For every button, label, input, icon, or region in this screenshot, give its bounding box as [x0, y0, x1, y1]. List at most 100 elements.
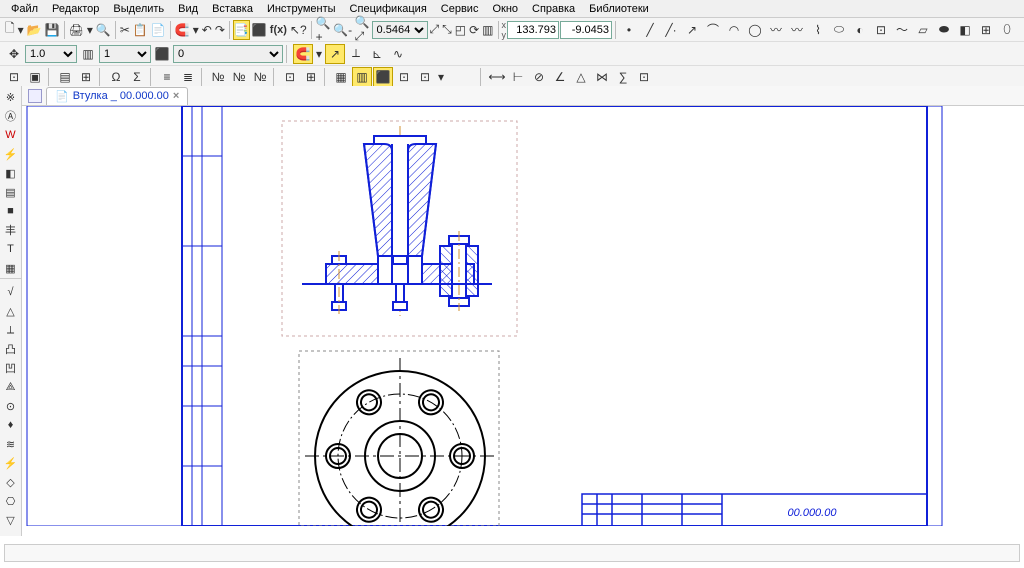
tool-b[interactable]: ▣ — [25, 67, 45, 87]
contour-tool[interactable]: ⬯ — [997, 20, 1017, 40]
sigma-button[interactable]: Σ — [127, 67, 147, 87]
properties-button[interactable]: 🧲 — [174, 20, 191, 40]
menu-service[interactable]: Сервис — [434, 1, 486, 17]
dim-lin-button[interactable]: ⟷ — [487, 67, 507, 87]
refresh-button[interactable]: ⟳ — [468, 20, 480, 40]
nurbs-tool[interactable]: ⌇ — [808, 20, 828, 40]
dim-tbl-button[interactable]: ⊡ — [634, 67, 654, 87]
paste-button[interactable]: 📄 — [150, 20, 167, 40]
lt-18[interactable]: ≋ — [2, 435, 20, 453]
aux-line-tool[interactable]: ╱ — [640, 20, 660, 40]
lt-19[interactable]: ⚡ — [2, 454, 20, 472]
menu-window[interactable]: Окно — [485, 1, 525, 17]
lt-8[interactable]: T — [2, 240, 20, 258]
arc2-tool[interactable]: ◠ — [724, 20, 744, 40]
variables-button[interactable]: ⬛ — [251, 20, 268, 40]
zoom-prev-button[interactable]: ⤡ — [441, 20, 453, 40]
tool-f[interactable]: ≣ — [178, 67, 198, 87]
tool-m-dd[interactable]: ▾ — [436, 67, 446, 87]
dim-dia-button[interactable]: ⊘ — [529, 67, 549, 87]
menu-libs[interactable]: Библиотеки — [582, 1, 656, 17]
layers-button[interactable]: ▥ — [78, 44, 98, 64]
lt-14[interactable]: 凹 — [2, 359, 20, 377]
perp-button[interactable]: ⟂ — [346, 44, 366, 64]
lt-7[interactable]: 丰 — [2, 221, 20, 239]
lt-4[interactable]: ◧ — [2, 164, 20, 182]
zoom-window-button[interactable]: 🔍⤢ — [354, 20, 371, 40]
properties-dropdown[interactable]: ▾ — [192, 20, 200, 40]
cut-button[interactable]: ✂ — [119, 20, 131, 40]
round-button[interactable]: ∿ — [388, 44, 408, 64]
menu-insert[interactable]: Вставка — [205, 1, 260, 17]
ellipse-tool[interactable]: ⬭ — [829, 20, 849, 40]
layer-select[interactable]: 1 — [99, 45, 151, 63]
num1-button[interactable]: № — [208, 67, 228, 87]
save-button[interactable]: 💾 — [44, 20, 61, 40]
preview-button[interactable]: 🔍 — [95, 20, 112, 40]
lt-10[interactable]: √ — [2, 283, 20, 301]
zoom-out-button[interactable]: 🔍- — [333, 20, 353, 40]
tool-i[interactable]: ▦ — [331, 67, 351, 87]
polyline-tool[interactable]: 〜 — [892, 20, 912, 40]
lt-1[interactable]: Ⓐ — [2, 107, 20, 125]
lt-6[interactable]: ■ — [2, 202, 20, 220]
print-button[interactable]: 🖨 — [68, 20, 85, 40]
menu-editor[interactable]: Редактор — [45, 1, 106, 17]
doc-tab-close[interactable]: × — [173, 90, 179, 102]
tool-g[interactable]: ⊡ — [280, 67, 300, 87]
num3-button[interactable]: № — [250, 67, 270, 87]
lt-11[interactable]: △ — [2, 302, 20, 320]
segment-tool[interactable]: ╱· — [661, 20, 681, 40]
lt-5[interactable]: ▤ — [2, 183, 20, 201]
open-button[interactable]: 📂 — [26, 20, 43, 40]
style-select[interactable]: 0 — [173, 45, 283, 63]
new-doc-dropdown[interactable]: ▾ — [17, 20, 25, 40]
step-mode-button[interactable]: ✥ — [4, 44, 24, 64]
dim-tri-button[interactable]: △ — [571, 67, 591, 87]
lt-9[interactable]: ▦ — [2, 259, 20, 277]
lt-3[interactable]: ⚡ — [2, 145, 20, 163]
tool-c[interactable]: ▤ — [55, 67, 75, 87]
omega-button[interactable]: Ω — [106, 67, 126, 87]
tool-m[interactable]: ⊡ — [415, 67, 435, 87]
point-tool[interactable]: • — [619, 20, 639, 40]
dim-ang-button[interactable]: ∠ — [550, 67, 570, 87]
lt-21[interactable]: ⎔ — [2, 492, 20, 510]
tool-l[interactable]: ⊡ — [394, 67, 414, 87]
menu-view[interactable]: Вид — [171, 1, 205, 17]
redraw-button[interactable]: ▥ — [481, 20, 494, 40]
tool-a[interactable]: ⊡ — [4, 67, 24, 87]
copy-button[interactable]: 📋 — [132, 20, 149, 40]
snap-button[interactable]: 🧲 — [293, 44, 313, 64]
bezier-tool[interactable]: 〰 — [787, 20, 807, 40]
lt-12[interactable]: ⟂ — [2, 321, 20, 339]
arc-tool[interactable]: ⌒ — [703, 20, 723, 40]
command-bar[interactable] — [4, 544, 1020, 562]
tool-k[interactable]: ⬛ — [373, 67, 393, 87]
lt-0[interactable]: ※ — [2, 88, 20, 106]
style-icon[interactable]: ⬛ — [152, 44, 172, 64]
ortho-button[interactable]: ↗ — [325, 44, 345, 64]
tool-j[interactable]: ▥ — [352, 67, 372, 87]
region-tool[interactable]: ⬬ — [934, 20, 954, 40]
lt-16[interactable]: ⊙ — [2, 397, 20, 415]
spline-tool[interactable]: 〰 — [766, 20, 786, 40]
coord-y-input[interactable] — [560, 21, 612, 39]
lt-13[interactable]: 凸 — [2, 340, 20, 358]
line-arrow-tool[interactable]: ↗ — [682, 20, 702, 40]
redo-button[interactable]: ↷ — [214, 20, 226, 40]
zoom-select[interactable]: 0.5464 — [372, 21, 428, 39]
ellipse-arc-tool[interactable]: ◐ — [850, 20, 870, 40]
help-pointer-button[interactable]: ↖? — [289, 20, 308, 40]
tool-h[interactable]: ⊞ — [301, 67, 321, 87]
snap-dd[interactable]: ▾ — [314, 44, 324, 64]
polygon-tool[interactable]: ▱ — [913, 20, 933, 40]
step-select[interactable]: 1.0 — [25, 45, 77, 63]
coord-x-input[interactable] — [507, 21, 559, 39]
lt-22[interactable]: ▽ — [2, 511, 20, 529]
menu-help[interactable]: Справка — [525, 1, 582, 17]
equi-tool[interactable]: ⌇ — [1018, 20, 1024, 40]
hatch-tool[interactable]: ◧ — [955, 20, 975, 40]
pan-button[interactable]: ◰ — [454, 20, 467, 40]
lt-17[interactable]: ♦ — [2, 416, 20, 434]
